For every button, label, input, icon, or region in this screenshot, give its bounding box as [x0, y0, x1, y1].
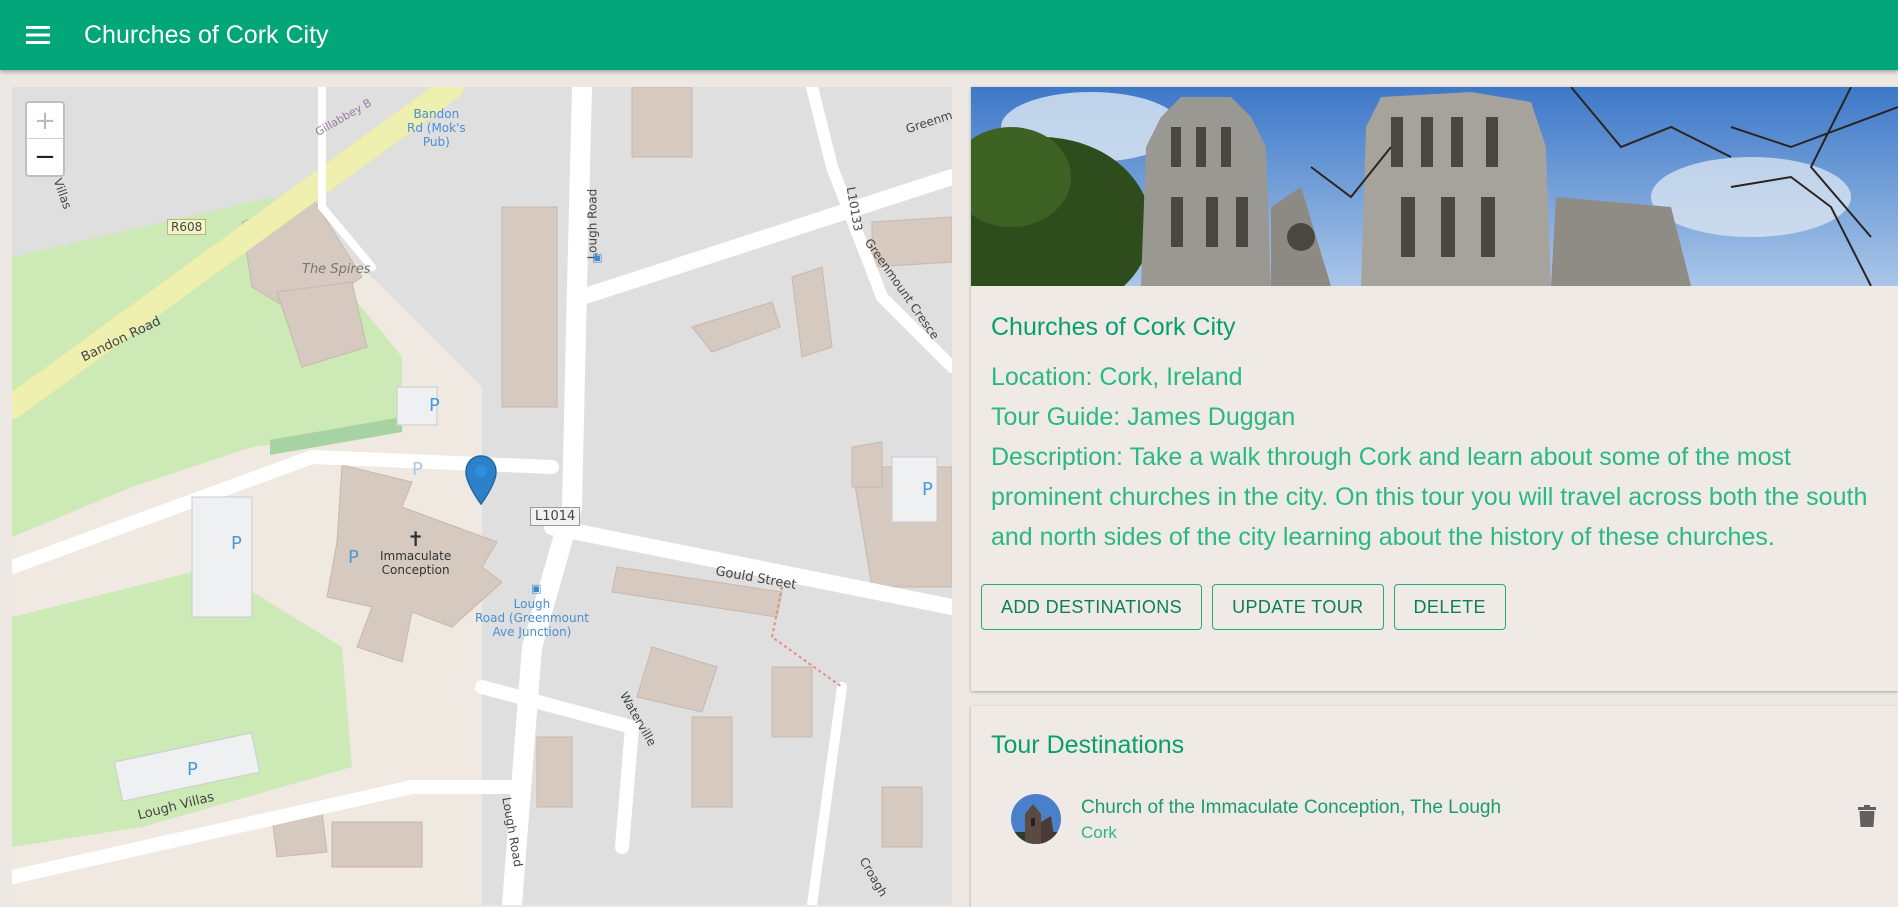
parking-icon: P — [231, 533, 242, 554]
delete-tour-button[interactable]: DELETE — [1393, 584, 1506, 630]
tour-guide: Tour Guide: James Duggan — [991, 403, 1296, 431]
road-label-lough-road-top: Lough Road — [585, 188, 600, 260]
road-shield-l1014: L1014 — [530, 507, 581, 526]
tour-card: Churches of Cork City Location: Cork, Ir… — [971, 87, 1898, 691]
tour-description: Description: Take a walk through Cork an… — [991, 443, 1868, 551]
tour-location: Location: Cork, Ireland — [991, 363, 1243, 391]
zoom-control: + − — [25, 101, 65, 177]
bus-stop-label-line: Bandon — [413, 107, 460, 121]
map-marker-pin-icon[interactable] — [465, 455, 497, 510]
tour-details: Location: Cork, Ireland Tour Guide: Jame… — [991, 357, 1891, 557]
place-label-the-spires: The Spires — [302, 262, 371, 277]
parking-icon: P — [412, 459, 423, 480]
bus-stop-label-bandon: Bandon Rd (Mok's Pub) — [407, 107, 466, 149]
bus-stop-icon: ▣ — [531, 582, 542, 595]
tour-hero-image — [971, 87, 1898, 286]
bus-stop-label-line: Road (Greenmount — [475, 611, 589, 625]
road-shield-r608: R608 — [167, 219, 207, 235]
add-destinations-button[interactable]: ADD DESTINATIONS — [981, 584, 1203, 630]
bus-stop-label-line: Lough — [513, 597, 551, 611]
app-title: Churches of Cork City — [84, 20, 329, 49]
parking-icon: P — [429, 395, 440, 416]
destination-name: Church of the Immaculate Conception, The… — [1081, 797, 1502, 818]
menu-icon — [26, 26, 50, 44]
church-symbol: ✝ — [407, 527, 424, 551]
parking-icon: P — [187, 759, 198, 780]
destination-city: Cork — [1081, 823, 1117, 842]
bus-stop-icon: ▣ — [592, 251, 603, 264]
menu-button[interactable] — [18, 15, 58, 55]
church-label-line: Immaculate — [380, 549, 452, 563]
app-bar: Churches of Cork City — [0, 0, 1898, 70]
destinations-card: Tour Destinations Church of the Immacula… — [971, 706, 1898, 907]
destination-list-item[interactable]: Church of the Immaculate Conception, The… — [1011, 794, 1891, 850]
zoom-out-button[interactable]: − — [27, 139, 63, 175]
church-label-line: Conception — [381, 563, 450, 577]
parking-icon: P — [922, 479, 933, 500]
update-tour-button[interactable]: UPDATE TOUR — [1212, 584, 1384, 630]
tour-title: Churches of Cork City — [991, 313, 1236, 341]
trash-icon — [1858, 805, 1876, 827]
destination-avatar — [1011, 794, 1061, 844]
map[interactable]: Bandon Road R608 s Villas Gillabbey B Ba… — [12, 87, 952, 905]
bus-stop-label-line: Rd (Mok's — [407, 121, 466, 135]
place-label-church: ✝ Immaculate Conception — [380, 529, 451, 577]
destinations-title: Tour Destinations — [991, 731, 1185, 759]
zoom-in-button[interactable]: + — [27, 103, 63, 139]
delete-destination-button[interactable] — [1858, 805, 1876, 832]
bus-stop-label-lough-road: Lough Road (Greenmount Ave Junction) — [475, 597, 589, 639]
bus-stop-label-line: Ave Junction) — [492, 625, 572, 639]
tour-actions: ADD DESTINATIONS UPDATE TOUR DELETE — [981, 584, 1506, 630]
bus-stop-label-line: Pub) — [422, 135, 450, 149]
parking-icon: P — [348, 547, 359, 568]
